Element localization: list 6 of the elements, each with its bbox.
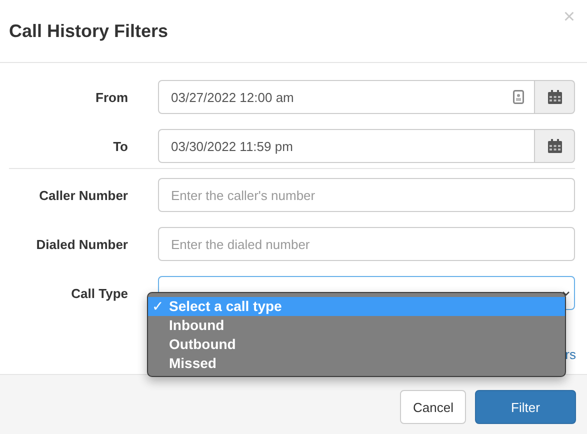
field-label: From [94,90,128,104]
field-label: To [112,138,128,154]
field-label: Dialed Number [35,236,128,252]
field-label: Caller Number [38,188,128,202]
field-label: Call Type [70,286,128,300]
dialog-title: Call History Filters [9,20,168,42]
